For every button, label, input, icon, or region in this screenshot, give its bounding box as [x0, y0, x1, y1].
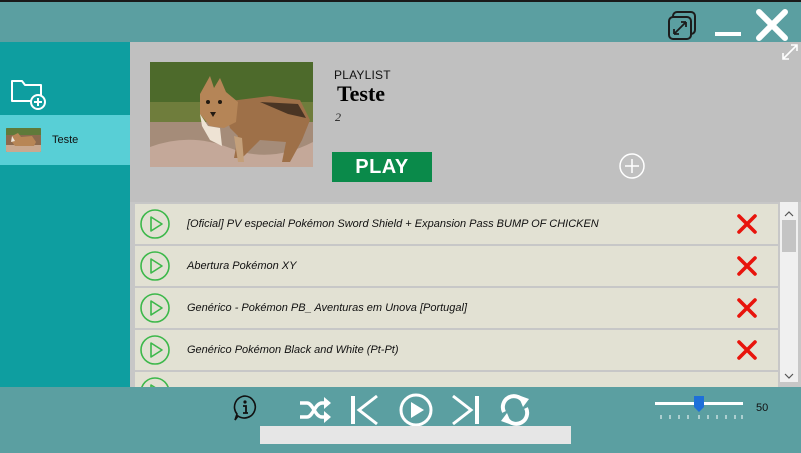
plus-circle-icon[interactable]: [619, 153, 645, 179]
play-playlist-button[interactable]: PLAY: [332, 152, 432, 182]
playlist-cover-image: [150, 62, 313, 167]
repeat-icon[interactable]: [498, 393, 532, 427]
volume-value: 50: [756, 402, 769, 414]
minimize-icon[interactable]: [714, 10, 742, 40]
shuffle-icon[interactable]: [298, 396, 332, 424]
track-list-scrollbar[interactable]: [780, 202, 798, 382]
track-play-icon[interactable]: [139, 208, 171, 240]
skip-next-icon[interactable]: [449, 393, 481, 427]
info-icon[interactable]: [232, 394, 258, 422]
sidebar-item-teste[interactable]: Teste: [0, 115, 130, 165]
track-title: Abertura Pokémon XY: [187, 260, 297, 272]
playlist-header: PLAYLIST Teste 2 PLAY: [130, 42, 801, 202]
restore-window-icon[interactable]: [666, 10, 698, 42]
track-play-icon[interactable]: [139, 292, 171, 324]
track-row[interactable]: Genérico Pokémon Black and White (Pt-Pt): [135, 330, 778, 370]
scroll-down-icon[interactable]: [784, 368, 794, 379]
delete-track-icon[interactable]: [736, 339, 758, 361]
volume-knob[interactable]: [694, 396, 704, 412]
expand-icon[interactable]: [781, 43, 799, 61]
delete-track-icon[interactable]: [736, 297, 758, 319]
track-play-icon[interactable]: [139, 250, 171, 282]
track-title: [Oficial] PV especial Pokémon Sword Shie…: [187, 218, 599, 230]
track-row[interactable]: Genérico - Pokémon PB_ Aventuras em Unov…: [135, 288, 778, 328]
playlist-track-count: 2: [335, 110, 341, 124]
track-play-icon[interactable]: [139, 334, 171, 366]
delete-track-icon[interactable]: [736, 255, 758, 277]
volume-slider[interactable]: [654, 395, 746, 423]
track-title: Genérico Pokémon Black and White (Pt-Pt): [187, 344, 399, 356]
title-bar: [0, 2, 801, 42]
track-row[interactable]: [Oficial] PV especial Pokémon Sword Shie…: [135, 204, 778, 244]
playlist-type-label: PLAYLIST: [334, 68, 391, 82]
music-player-window: Teste PLAYLIST Teste 2 PLAY [Oficial] PV…: [0, 0, 801, 453]
delete-track-icon[interactable]: [736, 213, 758, 235]
skip-previous-icon[interactable]: [349, 393, 381, 427]
folder-add-icon[interactable]: [10, 77, 48, 111]
track-list: [Oficial] PV especial Pokémon Sword Shie…: [130, 202, 801, 387]
track-row[interactable]: Abertura Pokémon XY: [135, 246, 778, 286]
close-icon[interactable]: [755, 8, 789, 42]
track-row[interactable]: [135, 372, 778, 387]
play-circle-icon[interactable]: [399, 393, 433, 427]
scroll-up-icon[interactable]: [784, 206, 794, 217]
sidebar-item-label: Teste: [52, 134, 79, 146]
playlist-thumbnail: [6, 128, 41, 152]
progress-bar[interactable]: [260, 426, 571, 444]
track-title: Genérico - Pokémon PB_ Aventuras em Unov…: [187, 302, 468, 314]
sidebar: Teste: [0, 42, 130, 387]
track-play-icon[interactable]: [139, 376, 171, 387]
player-controls-bar: 50: [0, 387, 801, 453]
playlist-title: Teste: [337, 81, 386, 106]
scrollbar-thumb[interactable]: [782, 220, 796, 252]
